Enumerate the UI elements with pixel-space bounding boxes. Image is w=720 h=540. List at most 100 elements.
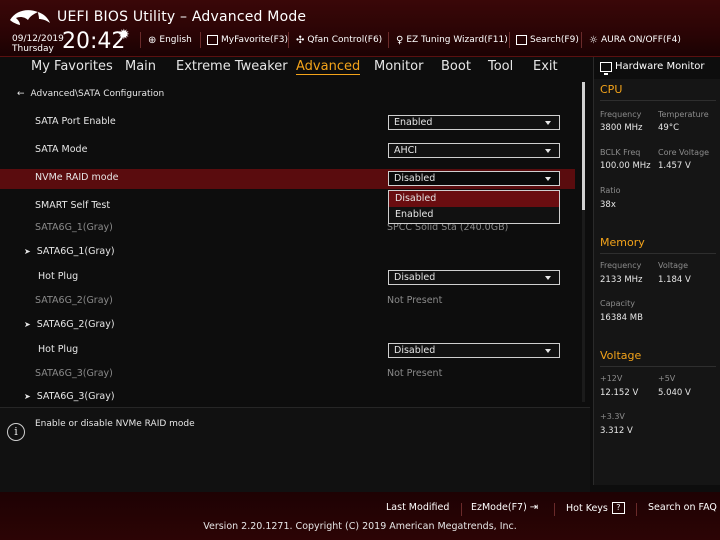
smart-self-test-label: SMART Self Test xyxy=(35,200,111,211)
breadcrumb[interactable]: ← Advanced\SATA Configuration xyxy=(17,89,164,99)
header-bar: UEFI BIOS Utility – Advanced Mode 09/12/… xyxy=(0,0,720,57)
info-icon: i xyxy=(7,423,25,441)
chevron-right-icon: ➤ xyxy=(24,247,31,256)
tab-tool[interactable]: Tool xyxy=(488,59,513,74)
qfan-label: Qfan Control(F6) xyxy=(307,35,383,45)
ratio-label: Ratio xyxy=(600,186,621,195)
time-display: 20:42 xyxy=(62,29,126,54)
section-divider xyxy=(600,253,716,254)
dropdown-value: Disabled xyxy=(394,345,436,356)
footer-divider xyxy=(554,503,555,516)
tab-main[interactable]: Main xyxy=(125,59,156,74)
app-title: UEFI BIOS Utility – Advanced Mode xyxy=(57,9,307,25)
tab-my-favorites[interactable]: My Favorites xyxy=(31,59,113,74)
scrollbar-thumb[interactable] xyxy=(582,82,585,210)
tab-advanced[interactable]: Advanced xyxy=(296,59,361,75)
myfavorite-button[interactable]: MyFavorite(F3) xyxy=(207,33,288,47)
nvme-raid-mode-dropdown[interactable]: Disabled xyxy=(388,171,560,186)
globe-icon: ⊕ xyxy=(148,34,157,46)
aura-icon: ☼ xyxy=(589,34,598,46)
header-divider xyxy=(509,32,510,48)
core-voltage-value: 1.457 V xyxy=(658,161,691,171)
lightbulb-icon: ♀ xyxy=(396,34,404,46)
settings-panel: ← Advanced\SATA Configuration SATA Port E… xyxy=(0,80,590,406)
search-on-faq-button[interactable]: Search on FAQ xyxy=(648,502,717,513)
footer-divider xyxy=(461,503,462,516)
aura-toggle-button[interactable]: ☼ AURA ON/OFF(F4) xyxy=(589,33,681,47)
help-bar: i Enable or disable NVMe RAID mode xyxy=(0,407,590,492)
help-key-icon: ? xyxy=(611,502,625,514)
search-icon xyxy=(516,35,527,45)
tab-monitor[interactable]: Monitor xyxy=(374,59,423,74)
chevron-down-icon xyxy=(545,177,551,181)
chevron-down-icon xyxy=(545,349,551,353)
memory-frequency-value: 2133 MHz xyxy=(600,275,643,285)
language-button[interactable]: ⊕ English xyxy=(148,33,192,47)
memory-voltage-value: 1.184 V xyxy=(658,275,691,285)
hot-plug-1-dropdown[interactable]: Disabled xyxy=(388,270,560,285)
sata6g-1-info-label: SATA6G_1(Gray) xyxy=(35,222,113,233)
cpu-frequency-value: 3800 MHz xyxy=(600,123,643,133)
core-voltage-label: Core Voltage xyxy=(658,148,710,157)
help-text: Enable or disable NVMe RAID mode xyxy=(35,419,195,429)
copyright-text: Version 2.20.1271. Copyright (C) 2019 Am… xyxy=(203,521,517,532)
aura-label: AURA ON/OFF(F4) xyxy=(600,35,681,45)
myfavorite-label: MyFavorite(F3) xyxy=(221,35,288,45)
sata6g-2-expander-label: SATA6G_2(Gray) xyxy=(36,319,115,330)
search-faq-label: Search on FAQ xyxy=(648,502,717,513)
ez-tuning-label: EZ Tuning Wizard(F11) xyxy=(406,35,508,45)
ezmode-button[interactable]: EzMode(F7) ⇥ xyxy=(471,502,538,513)
ratio-value: 38x xyxy=(600,200,616,210)
last-modified-button[interactable]: Last Modified xyxy=(386,502,449,513)
memory-capacity-label: Capacity xyxy=(600,299,635,308)
sata-mode-dropdown[interactable]: AHCI xyxy=(388,143,560,158)
chevron-down-icon xyxy=(545,149,551,153)
section-divider xyxy=(600,100,716,101)
v12-label: +12V xyxy=(600,374,623,383)
chevron-down-icon xyxy=(545,121,551,125)
header-divider xyxy=(200,32,201,48)
chevron-down-icon xyxy=(545,276,551,280)
memory-section-title: Memory xyxy=(600,236,645,249)
language-label: English xyxy=(159,35,192,45)
tab-extreme-tweaker[interactable]: Extreme Tweaker xyxy=(176,59,288,74)
hot-plug-2-label: Hot Plug xyxy=(38,344,79,355)
sata6g-3-expander[interactable]: ➤ SATA6G_3(Gray) xyxy=(24,391,115,402)
ez-tuning-wizard-button[interactable]: ♀ EZ Tuning Wizard(F11) xyxy=(396,33,508,47)
tab-boot[interactable]: Boot xyxy=(441,59,471,74)
footer-bar: Last Modified EzMode(F7) ⇥ Hot Keys ? Se… xyxy=(0,492,720,540)
clock-settings-gear-icon[interactable]: ✹ xyxy=(118,27,130,43)
exit-arrow-icon: ⇥ xyxy=(529,502,539,513)
sata-port-enable-label: SATA Port Enable xyxy=(35,116,116,127)
qfan-control-button[interactable]: ✣ Qfan Control(F6) xyxy=(296,33,382,47)
memory-frequency-label: Frequency xyxy=(600,261,642,270)
sata6g-2-info-label: SATA6G_2(Gray) xyxy=(35,295,113,306)
cpu-section-title: CPU xyxy=(600,83,623,96)
sata6g-3-device: Not Present xyxy=(387,368,443,379)
v33-label: +3.3V xyxy=(600,412,625,421)
chevron-right-icon: ➤ xyxy=(24,320,31,329)
hot-keys-button[interactable]: Hot Keys ? xyxy=(566,502,625,514)
fan-icon: ✣ xyxy=(296,34,305,46)
sata-port-enable-dropdown[interactable]: Enabled xyxy=(388,115,560,130)
sata6g-2-expander[interactable]: ➤ SATA6G_2(Gray) xyxy=(24,319,115,330)
header-divider xyxy=(388,32,389,48)
ezmode-label: EzMode(F7) xyxy=(471,502,527,513)
date-display: 09/12/2019 xyxy=(12,34,64,44)
v12-value: 12.152 V xyxy=(600,388,639,398)
sata6g-1-expander[interactable]: ➤ SATA6G_1(Gray) xyxy=(24,246,115,257)
v5-value: 5.040 V xyxy=(658,388,691,398)
cpu-temperature-label: Temperature xyxy=(658,110,709,119)
voltage-section-title: Voltage xyxy=(600,349,642,362)
search-button[interactable]: Search(F9) xyxy=(516,33,579,47)
sata-mode-label: SATA Mode xyxy=(35,144,88,155)
section-divider xyxy=(600,366,716,367)
back-arrow-icon[interactable]: ← xyxy=(17,89,25,99)
tab-exit[interactable]: Exit xyxy=(533,59,558,74)
day-display: Thursday xyxy=(12,44,54,54)
option-disabled[interactable]: Disabled xyxy=(389,191,559,207)
bclk-freq-value: 100.00 MHz xyxy=(600,161,651,171)
hot-plug-2-dropdown[interactable]: Disabled xyxy=(388,343,560,358)
option-enabled[interactable]: Enabled xyxy=(389,207,559,223)
sata6g-3-expander-label: SATA6G_3(Gray) xyxy=(36,391,115,402)
